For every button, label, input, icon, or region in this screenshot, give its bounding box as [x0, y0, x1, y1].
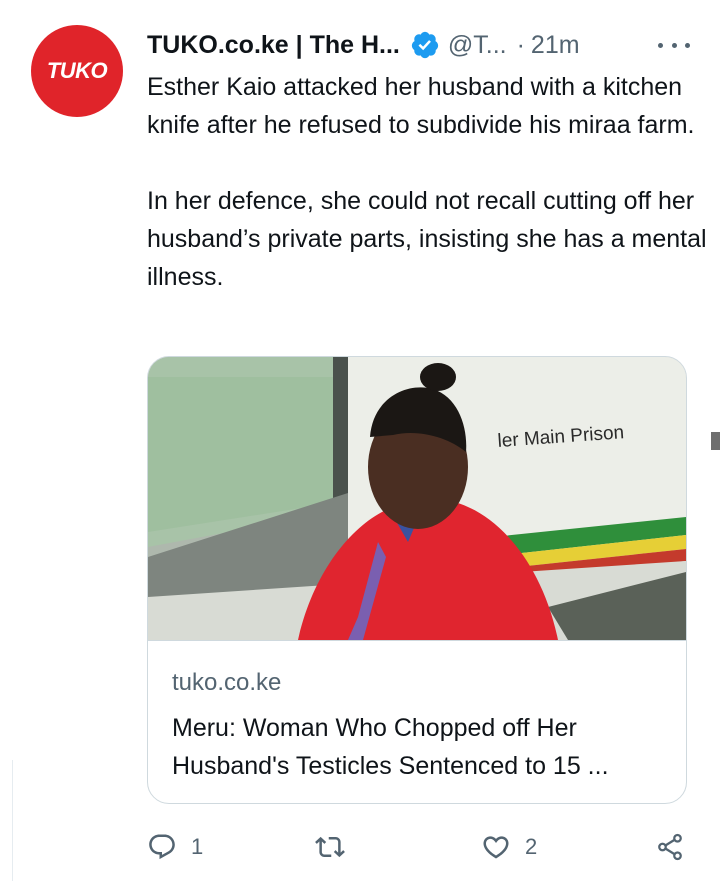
card-title-line: Meru: Woman Who Chopped off Her [172, 714, 577, 742]
card-domain: tuko.co.ke [172, 669, 282, 696]
like-button[interactable]: 2 [481, 826, 537, 868]
retweet-icon [315, 836, 345, 858]
tweet-paragraph: Esther Kaio attacked her husband with a … [147, 73, 695, 139]
card-divider [148, 640, 686, 641]
card-title: Meru: Woman Who Chopped off Her Husband'… [172, 709, 672, 785]
verified-badge-icon [411, 31, 438, 59]
share-button[interactable] [655, 826, 685, 868]
avatar[interactable]: TUKO [31, 25, 123, 117]
avatar-logo-text: TUKO [46, 58, 108, 83]
author-handle[interactable]: @T... [448, 31, 507, 60]
link-preview-card[interactable]: ler Main Prison tuko.co.ke Meru: Woman W… [147, 356, 687, 804]
tweet-actions: 1 2 [147, 826, 697, 868]
card-image: ler Main Prison [148, 357, 686, 640]
separator-dot: · [516, 30, 525, 59]
retweet-button[interactable] [315, 826, 345, 868]
reply-button[interactable]: 1 [147, 826, 203, 868]
tweet-header: TUKO.co.ke | The H... @T... · 21m [147, 28, 690, 62]
card-title-line: Husband's Testicles Sentenced to 15 ... [172, 752, 609, 780]
tweet-timestamp[interactable]: 21m [531, 31, 580, 60]
reply-count: 1 [191, 834, 204, 859]
tweet-body: Esther Kaio attacked her husband with a … [147, 68, 707, 296]
like-count: 2 [525, 834, 538, 859]
more-options-icon[interactable] [658, 28, 690, 62]
author-name[interactable]: TUKO.co.ke | The H... [147, 31, 400, 60]
tweet-paragraph: In her defence, she could not recall cut… [147, 187, 707, 291]
scroll-indicator [711, 432, 720, 450]
more-dot [685, 42, 690, 48]
more-dot [658, 42, 663, 48]
like-icon [483, 836, 509, 859]
reply-icon [149, 834, 175, 860]
more-dot [671, 42, 677, 48]
left-rail-border [0, 760, 13, 881]
share-icon [658, 833, 682, 861]
